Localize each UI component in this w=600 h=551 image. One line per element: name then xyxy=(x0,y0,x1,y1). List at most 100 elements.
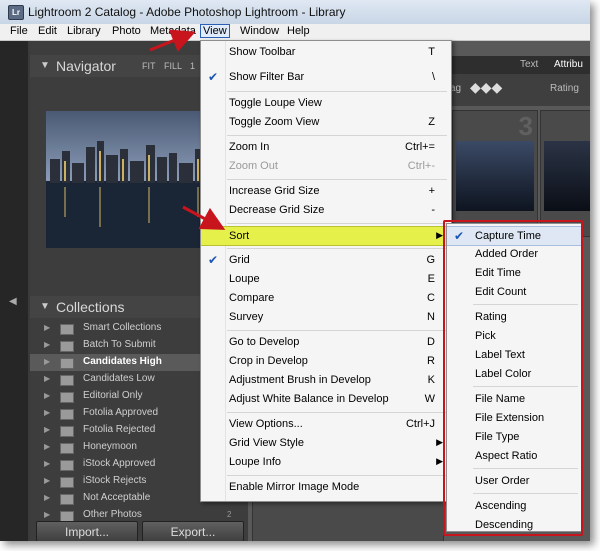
menu-item-label: Loupe Info xyxy=(229,456,281,468)
menu-view[interactable]: View xyxy=(200,24,230,38)
menu-item-adjust-white-balance[interactable]: Adjust White Balance in Develop W xyxy=(201,390,451,408)
expand-triangle-icon: ▶ xyxy=(44,340,51,349)
menu-window[interactable]: Window xyxy=(240,25,279,37)
expand-triangle-icon: ▶ xyxy=(44,391,51,400)
menu-item-loupe-info[interactable]: Loupe Info ▶ xyxy=(201,453,451,471)
submenu-arrow-icon: ▶ xyxy=(436,437,443,447)
menu-bar: File Edit Library Photo Metadata View Wi… xyxy=(0,24,590,41)
menu-item-label: View Options... xyxy=(229,418,303,430)
menu-edit[interactable]: Edit xyxy=(38,25,57,37)
menu-item-label: Toggle Loupe View xyxy=(229,97,322,109)
navigator-option-fill[interactable]: FILL xyxy=(164,61,182,71)
menu-item-shortcut: E xyxy=(427,273,435,285)
menu-item-label: Toggle Zoom View xyxy=(229,116,320,128)
menu-item-increase-grid-size[interactable]: Increase Grid Size + xyxy=(201,182,451,200)
grid-cell[interactable] xyxy=(540,110,590,237)
triangle-down-icon: ▼ xyxy=(40,60,50,71)
menu-item-compare[interactable]: Compare C xyxy=(201,289,451,307)
collapse-left-icon[interactable]: ◀ xyxy=(9,296,17,307)
menu-item-go-to-develop[interactable]: Go to Develop D xyxy=(201,333,451,351)
navigator-label: Navigator xyxy=(56,58,116,74)
menu-item-label: Loupe xyxy=(229,273,260,285)
menu-item-label: Adjust White Balance in Develop xyxy=(229,393,389,405)
menu-help[interactable]: Help xyxy=(287,25,310,37)
collection-label: Candidates Low xyxy=(83,373,155,384)
collection-label: Other Photos xyxy=(83,509,142,520)
menu-item-loupe[interactable]: Loupe E xyxy=(201,270,451,288)
expand-triangle-icon: ▶ xyxy=(44,476,51,485)
filter-attribute-tab[interactable]: Attribu xyxy=(554,59,583,70)
collection-label: iStock Rejects xyxy=(83,475,147,486)
menu-separator xyxy=(227,179,447,180)
menu-separator xyxy=(227,135,447,136)
menu-item-view-options[interactable]: View Options... Ctrl+J xyxy=(201,415,451,433)
menu-item-crop-in-develop[interactable]: Crop in Develop R xyxy=(201,352,451,370)
grid-cell[interactable]: 3 xyxy=(452,110,538,237)
menu-item-shortcut: N xyxy=(427,311,435,323)
collection-label: Fotolia Rejected xyxy=(83,424,156,435)
menu-item-show-filter-bar[interactable]: ✔ Show Filter Bar \ xyxy=(201,68,451,86)
rating-label: Rating xyxy=(550,83,579,94)
menu-item-label: Grid xyxy=(229,254,250,266)
menu-item-grid[interactable]: ✔ Grid G xyxy=(201,251,451,269)
menu-library[interactable]: Library xyxy=(67,25,101,37)
navigator-option-fit[interactable]: FIT xyxy=(142,61,156,71)
cell-number: 3 xyxy=(518,111,533,141)
menu-item-shortcut: Ctrl+= xyxy=(405,141,435,153)
menu-item-adjustment-brush[interactable]: Adjustment Brush in Develop K xyxy=(201,371,451,389)
collection-label: Fotolia Approved xyxy=(83,407,159,418)
expand-triangle-icon: ▶ xyxy=(44,493,51,502)
menu-item-toggle-loupe-view[interactable]: Toggle Loupe View xyxy=(201,94,451,112)
submenu-arrow-icon: ▶ xyxy=(436,456,443,466)
collection-label: Editorial Only xyxy=(83,390,143,401)
menu-item-shortcut: K xyxy=(427,374,435,386)
menu-item-shortcut: Ctrl+- xyxy=(407,160,435,172)
menu-item-label: Zoom In xyxy=(229,141,270,153)
menu-item-shortcut: + xyxy=(428,185,435,197)
view-menu-dropdown: Show Toolbar T ✔ Show Filter Bar \ Toggle L… xyxy=(200,40,452,502)
menu-separator xyxy=(227,223,447,224)
collection-icon xyxy=(60,392,74,403)
menu-item-decrease-grid-size[interactable]: Decrease Grid Size - xyxy=(201,201,451,219)
left-panel-edge[interactable]: ◀ xyxy=(0,41,28,541)
menu-item-grid-view-style[interactable]: Grid View Style ▶ xyxy=(201,434,451,452)
menu-item-shortcut: - xyxy=(431,204,435,216)
expand-triangle-icon: ▶ xyxy=(44,357,51,366)
import-button[interactable]: Import... xyxy=(36,521,138,541)
export-button[interactable]: Export... xyxy=(142,521,244,541)
grid-cell[interactable] xyxy=(252,496,444,541)
navigator-option-1[interactable]: 1 xyxy=(190,61,195,71)
menu-item-toggle-zoom-view[interactable]: Toggle Zoom View Z xyxy=(201,113,451,131)
menu-item-label: Show Toolbar xyxy=(229,46,296,58)
menu-item-show-toolbar[interactable]: Show Toolbar T xyxy=(201,43,451,61)
menu-item-sort[interactable]: Sort ▶ xyxy=(201,226,451,246)
menu-item-shortcut: Ctrl+J xyxy=(405,418,435,430)
collection-icon xyxy=(60,477,74,488)
menu-separator xyxy=(227,248,447,249)
menu-item-label: Crop in Develop xyxy=(229,355,308,367)
menu-file[interactable]: File xyxy=(10,25,28,37)
menu-item-enable-mirror-image-mode[interactable]: Enable Mirror Image Mode xyxy=(201,478,451,496)
menu-item-zoom-in[interactable]: Zoom In Ctrl+= xyxy=(201,138,451,156)
filter-text-tab[interactable]: Text xyxy=(520,59,538,70)
photo-thumbnail xyxy=(456,141,534,211)
menu-item-shortcut: T xyxy=(428,46,435,58)
title-bar: Lr Lightroom 2 Catalog - Adobe Photoshop… xyxy=(0,0,590,25)
menu-item-label: Increase Grid Size xyxy=(229,185,320,197)
menu-item-label: Compare xyxy=(229,292,275,304)
collection-label: Batch To Submit xyxy=(83,339,156,350)
expand-triangle-icon[interactable]: ▶ xyxy=(44,323,50,332)
collection-count: 2 xyxy=(227,510,232,519)
menu-metadata[interactable]: Metadata xyxy=(150,25,196,37)
menu-item-shortcut: C xyxy=(427,292,435,304)
menu-item-label: Survey xyxy=(229,311,264,323)
flag-filter-icons[interactable]: ◆◆◆ xyxy=(470,79,502,96)
collection-icon xyxy=(60,460,74,471)
expand-triangle-icon: ▶ xyxy=(44,408,51,417)
menu-item-label: Show Filter Bar xyxy=(229,71,305,83)
menu-item-survey[interactable]: Survey N xyxy=(201,308,451,326)
menu-item-shortcut: R xyxy=(427,355,435,367)
menu-photo[interactable]: Photo xyxy=(112,25,141,37)
lightroom-app-icon: Lr xyxy=(8,5,24,20)
checkmark-icon: ✔ xyxy=(208,70,219,84)
